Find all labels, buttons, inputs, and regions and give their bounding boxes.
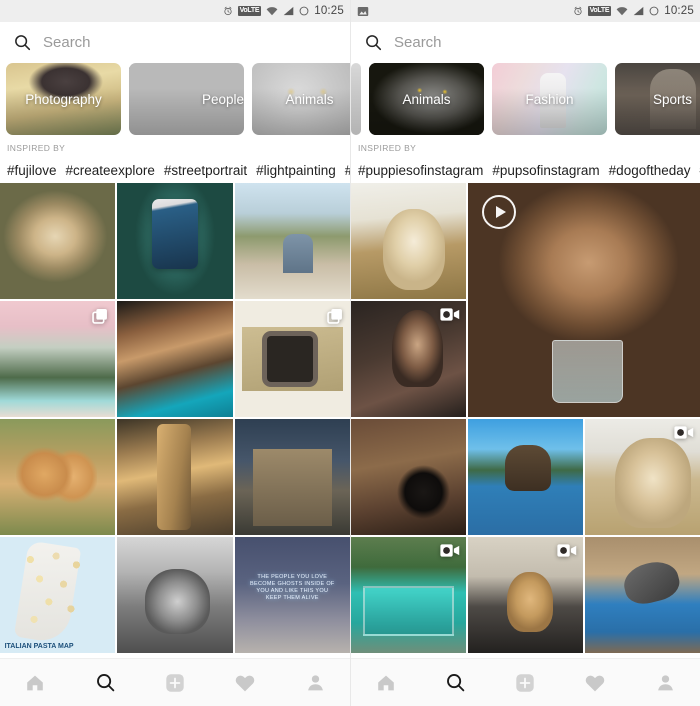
inspired-by-label: INSPIRED BY <box>0 141 350 157</box>
grid-cell-dog-drinking-video[interactable] <box>468 183 700 417</box>
grid-cell-lion-cubs-photo[interactable] <box>0 419 115 535</box>
volte-badge: VoLTE <box>588 6 612 16</box>
profile-nav-icon[interactable] <box>642 663 688 703</box>
screenshot-image-icon <box>357 6 369 17</box>
video-camera-icon <box>674 425 694 440</box>
grid-cell-shiba-on-man-video[interactable] <box>468 537 583 653</box>
search-icon <box>14 34 31 51</box>
home-nav-icon[interactable] <box>363 663 409 703</box>
category-chip-animals-selected[interactable]: Animals <box>369 63 484 135</box>
video-camera-icon <box>440 307 460 322</box>
status-bar-right-icons: VoLTE 10:25 <box>573 5 694 17</box>
pasta-map-caption: ITALIAN PASTA MAP <box>5 643 74 650</box>
category-chip-fashion[interactable]: Fashion <box>492 63 607 135</box>
category-chip-row[interactable]: Photography The more you weigh, the hard… <box>0 63 350 141</box>
status-bar: VoLTE 10:25 <box>0 0 350 22</box>
grid-cell-balcony-view-photo[interactable] <box>235 183 350 299</box>
search-nav-icon[interactable] <box>82 663 128 703</box>
home-nav-icon[interactable] <box>12 663 58 703</box>
chip-label: People <box>202 92 244 107</box>
chip-label: Animals <box>402 92 450 107</box>
hashtag-item[interactable]: #dogoftheday <box>609 163 691 178</box>
category-chip-row[interactable]: Animals Fashion Sports <box>351 63 700 141</box>
search-bar[interactable]: Search <box>351 22 700 63</box>
phone-screen-right: VoLTE 10:25 Search <box>350 0 700 706</box>
video-camera-icon <box>557 543 577 558</box>
grid-cell-canyon-kayak-photo[interactable] <box>117 301 232 417</box>
status-bar-clock: 10:25 <box>664 5 694 17</box>
dual-screenshot-container: VoLTE 10:25 Search <box>0 0 700 706</box>
add-post-nav-icon[interactable] <box>152 663 198 703</box>
profile-nav-icon[interactable] <box>292 663 338 703</box>
hashtag-row[interactable]: #fujilove #createexplore #streetportrait… <box>0 157 350 183</box>
activity-heart-nav-icon[interactable] <box>572 663 618 703</box>
grid-cell-neon-sign-photo[interactable]: THE PEOPLE YOU LOVE BECOME GHOSTS INSIDE… <box>235 537 350 653</box>
grid-cell-retro-tv-photo[interactable] <box>235 301 350 417</box>
phone-screen-left: VoLTE 10:25 Search <box>0 0 350 706</box>
chip-label: Sports <box>653 92 692 107</box>
category-chip-photography[interactable]: Photography <box>6 63 121 135</box>
category-chip-sports[interactable]: Sports <box>615 63 700 135</box>
carousel-icon <box>326 307 344 325</box>
battery-circle-icon <box>649 6 659 16</box>
wifi-icon <box>616 6 628 16</box>
search-input[interactable]: Search <box>43 34 91 51</box>
battery-circle-icon <box>299 6 309 16</box>
alarm-icon <box>573 6 583 16</box>
grid-cell-eagle-catching-fish-photo[interactable] <box>468 419 583 535</box>
grid-cell-rock-pillars-photo[interactable] <box>117 419 232 535</box>
hashtag-item[interactable]: #puppiesofinstagram <box>358 163 483 178</box>
search-nav-icon[interactable] <box>433 663 479 703</box>
play-icon[interactable] <box>482 195 516 229</box>
signal-icon <box>283 6 294 16</box>
search-bar[interactable]: Search <box>0 22 350 63</box>
carousel-icon <box>91 307 109 325</box>
status-bar-left-icons <box>357 6 573 17</box>
explore-photo-grid[interactable] <box>351 183 700 658</box>
grid-cell-black-panther-photo[interactable] <box>351 419 466 535</box>
chip-label: Photography <box>25 92 102 107</box>
add-post-nav-icon[interactable] <box>502 663 548 703</box>
grid-cell-beach-aerial-photo[interactable] <box>0 301 115 417</box>
explore-photo-grid[interactable]: ITALIAN PASTA MAP THE PEOPLE YOU LOVE BE… <box>0 183 350 658</box>
chip-label: Animals <box>285 92 333 107</box>
grid-cell-black-white-dog-photo[interactable] <box>117 537 232 653</box>
category-chip-animals[interactable]: Animals <box>252 63 350 135</box>
search-input[interactable]: Search <box>394 34 442 51</box>
hashtag-item[interactable]: #pupsofinstagram <box>492 163 599 178</box>
hashtag-item[interactable]: #streetportrait <box>164 163 247 178</box>
status-bar-clock: 10:25 <box>314 5 344 17</box>
inspired-by-label: INSPIRED BY <box>351 141 700 157</box>
chip-thumbnail <box>351 63 361 135</box>
grid-cell-phone-macro-photo[interactable] <box>117 183 232 299</box>
video-camera-icon <box>440 543 460 558</box>
hashtag-item[interactable]: #fujilove <box>7 163 57 178</box>
grid-cell-golden-retriever-video[interactable] <box>585 419 700 535</box>
volte-badge: VoLTE <box>238 6 262 16</box>
status-bar: VoLTE 10:25 <box>351 0 700 22</box>
category-chip-people[interactable]: The more you weigh, the harder you are t… <box>129 63 244 135</box>
status-bar-right-icons: VoLTE 10:25 <box>223 5 344 17</box>
grid-cell-golden-puppy-photo[interactable] <box>351 183 466 299</box>
hashtag-item[interactable]: #lightpainting <box>256 163 336 178</box>
grid-cell-glass-pool-video[interactable] <box>351 537 466 653</box>
grid-cell-italian-pasta-map-photo[interactable]: ITALIAN PASTA MAP <box>0 537 115 653</box>
grid-cell-brandenburg-gate-photo[interactable] <box>235 419 350 535</box>
alarm-icon <box>223 6 233 16</box>
search-icon <box>365 34 382 51</box>
grid-cell-turtle-pool-photo[interactable] <box>585 537 700 653</box>
wifi-icon <box>266 6 278 16</box>
grid-cell-husky-girl-video[interactable] <box>351 301 466 417</box>
neon-sign-text: THE PEOPLE YOU LOVE BECOME GHOSTS INSIDE… <box>248 574 336 602</box>
hashtag-item[interactable]: #createexplore <box>66 163 155 178</box>
bottom-navigation-bar[interactable] <box>351 658 700 706</box>
activity-heart-nav-icon[interactable] <box>222 663 268 703</box>
chip-label: Fashion <box>525 92 573 107</box>
grid-cell-lion-photo[interactable] <box>0 183 115 299</box>
signal-icon <box>633 6 644 16</box>
hashtag-row[interactable]: #puppiesofinstagram #pupsofinstagram #do… <box>351 157 700 183</box>
bottom-navigation-bar[interactable] <box>0 658 350 706</box>
category-chip-prev-partial[interactable] <box>351 63 361 135</box>
